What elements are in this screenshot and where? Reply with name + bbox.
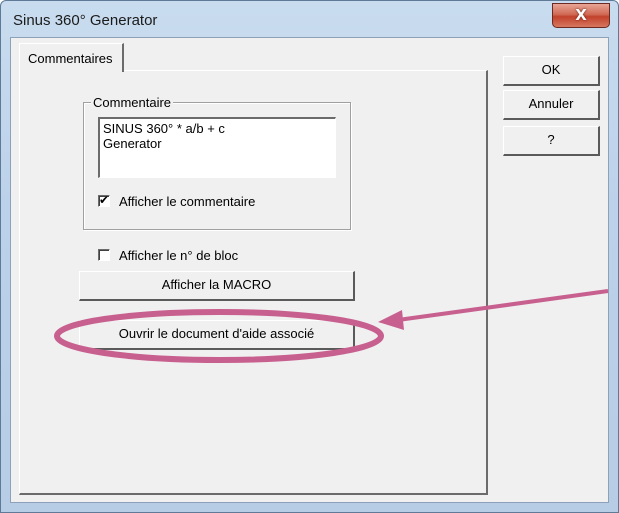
- tab-label: Commentaires: [28, 51, 113, 66]
- open-help-label: Ouvrir le document d'aide associé: [118, 326, 315, 341]
- show-block-number-checkbox[interactable]: [98, 249, 110, 261]
- cancel-label: Annuler: [528, 96, 574, 111]
- comment-line: SINUS 360° * a/b + c: [103, 121, 225, 136]
- checkmark-icon: ✔: [99, 193, 110, 207]
- open-help-document-button[interactable]: Ouvrir le document d'aide associé: [79, 320, 355, 350]
- help-button[interactable]: ?: [503, 126, 600, 156]
- show-macro-button[interactable]: Afficher la MACRO: [79, 271, 355, 301]
- show-block-number-label: Afficher le n° de bloc: [119, 248, 239, 263]
- comment-line: Generator: [103, 136, 162, 151]
- show-comment-label: Afficher le commentaire: [119, 194, 256, 209]
- help-label: ?: [547, 132, 555, 147]
- groupbox-legend: Commentaire: [91, 95, 174, 110]
- show-comment-checkbox[interactable]: ✔: [98, 193, 110, 207]
- tab-commentaires[interactable]: Commentaires: [19, 43, 124, 72]
- show-macro-label: Afficher la MACRO: [161, 277, 272, 292]
- ok-label: OK: [541, 62, 561, 77]
- close-button[interactable]: X: [552, 3, 610, 28]
- close-icon: X: [575, 6, 587, 24]
- cancel-button[interactable]: Annuler: [503, 90, 600, 120]
- ok-button[interactable]: OK: [503, 56, 600, 86]
- comment-textarea[interactable]: SINUS 360° * a/b + c Generator: [98, 117, 336, 178]
- window-title: Sinus 360° Generator: [13, 12, 158, 29]
